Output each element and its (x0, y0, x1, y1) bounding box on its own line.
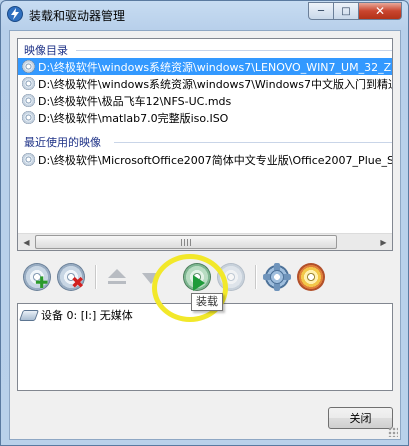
group-divider (76, 50, 392, 51)
list-item[interactable]: D:\终极软件\MicrosoftOffice2007简体中文专业版\Offic… (18, 151, 392, 168)
client-area: 映像目录 D:\终极软件\windows系统资源\windows7\LENOVO… (9, 30, 401, 440)
list-item[interactable]: D:\终极软件\极品飞车12\NFS-UC.mds (18, 92, 392, 109)
list-item[interactable]: D:\终极软件\windows系统资源\windows7\Windows7中文版… (18, 75, 392, 92)
mount-button[interactable] (181, 261, 213, 293)
resize-grip-icon[interactable] (388, 427, 398, 437)
horizontal-scrollbar[interactable]: ◀ ▶ (18, 233, 392, 250)
minimize-button[interactable]: ─ (308, 2, 334, 20)
list-item-path: D:\终极软件\极品飞车12\NFS-UC.mds (38, 94, 232, 108)
group-header-image-catalog: 映像目录 (24, 44, 68, 57)
remove-image-button[interactable]: ✖ (55, 261, 87, 293)
scroll-right-arrow-icon[interactable]: ▶ (375, 234, 392, 250)
settings-button[interactable] (261, 261, 293, 293)
add-image-button[interactable]: ✚ (21, 261, 53, 293)
disc-image-icon (22, 153, 35, 166)
disc-image-icon (22, 77, 35, 90)
group-header-recent-images: 最近使用的映像 (24, 136, 101, 149)
virtual-drive-icon (18, 309, 40, 321)
list-item-path: D:\终极软件\windows系统资源\windows7\Windows7中文版… (38, 77, 392, 91)
move-down-button[interactable] (135, 261, 167, 293)
arrow-down-icon (142, 273, 160, 284)
device-item[interactable]: 设备 0: [I:] 无媒体 (18, 307, 133, 323)
burn-button[interactable] (295, 261, 327, 293)
list-item-path: D:\终极软件\MicrosoftOffice2007简体中文专业版\Offic… (38, 153, 392, 167)
group-divider (114, 142, 392, 143)
minimize-icon: ─ (317, 5, 325, 17)
disc-image-icon (22, 94, 35, 107)
eject-icon (108, 269, 126, 278)
x-icon: ✖ (71, 273, 85, 292)
list-item-path: D:\终极软件\windows系统资源\windows7\LENOVO_WIN7… (38, 60, 392, 74)
list-item[interactable]: D:\终极软件\windows系统资源\windows7\LENOVO_WIN7… (18, 58, 392, 75)
close-button[interactable]: 关闭 (328, 407, 393, 429)
toolbar: ✚ ✖ (17, 259, 393, 295)
toolbar-separator (95, 265, 97, 289)
toolbar-separator (255, 265, 257, 289)
scrollbar-thumb[interactable] (35, 235, 337, 249)
mount-and-drive-manager-window: 装载和驱动器管理 ─ □ ✕ 映像目录 D:\终极软件\windows系统资源\… (0, 0, 409, 446)
disc-image-icon (22, 111, 35, 124)
disc-gold-icon (297, 263, 325, 291)
close-button-label: 关闭 (349, 412, 372, 425)
grip-icon (181, 239, 191, 246)
scroll-left-arrow-icon[interactable]: ◀ (18, 234, 35, 250)
eject-button[interactable] (101, 261, 133, 293)
mount-tooltip: 装载 (191, 293, 223, 311)
play-icon (193, 275, 205, 291)
eject-bar-icon (108, 281, 126, 284)
list-item-path: D:\终极软件\matlab7.0完整版iso.ISO (38, 111, 229, 125)
maximize-button[interactable]: □ (334, 2, 359, 20)
gear-center-icon (270, 270, 284, 284)
maximize-icon: □ (341, 5, 351, 17)
device-list[interactable]: 设备 0: [I:] 无媒体 (17, 303, 393, 391)
close-window-button[interactable]: ✕ (359, 2, 402, 20)
plus-icon: ✚ (35, 273, 49, 292)
device-label: 设备 0: [I:] 无媒体 (41, 309, 133, 322)
window-controls: ─ □ ✕ (308, 2, 402, 21)
window-title: 装载和驱动器管理 (29, 9, 126, 23)
image-list[interactable]: 映像目录 D:\终极软件\windows系统资源\windows7\LENOVO… (17, 38, 393, 251)
list-item[interactable]: D:\终极软件\matlab7.0完整版iso.ISO (18, 109, 392, 126)
title-bar[interactable]: 装载和驱动器管理 ─ □ ✕ (1, 1, 408, 29)
close-icon: ✕ (374, 4, 386, 18)
unmount-button[interactable] (215, 261, 247, 293)
disc-image-icon (22, 60, 35, 73)
lightning-bolt-icon (7, 6, 23, 22)
disc-faded-icon (217, 263, 245, 291)
